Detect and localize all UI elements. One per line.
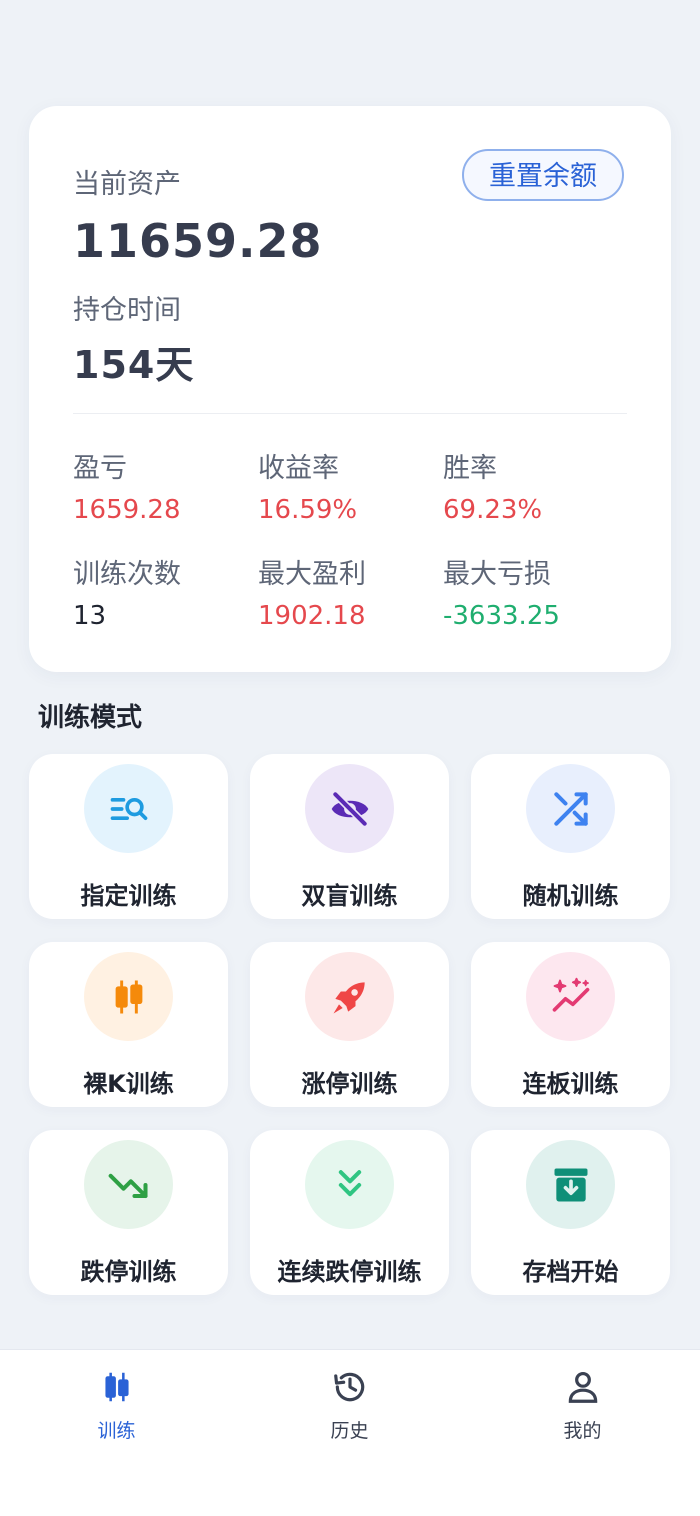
stat-value: 13 xyxy=(73,601,107,631)
stat-label: 训练次数 xyxy=(73,559,181,590)
mode-label: 连板训练 xyxy=(522,1070,619,1098)
shuffle-icon xyxy=(553,791,588,826)
current-asset-label: 当前资产 xyxy=(73,169,181,200)
mode-designated-training[interactable]: 指定训练 xyxy=(29,754,228,919)
stat-profit-loss: 盈亏 1659.28 xyxy=(73,446,253,525)
mode-consecutive-limit-down-training[interactable]: 连续跌停训练 xyxy=(250,1130,449,1295)
stat-value: 69.23% xyxy=(443,495,543,525)
asset-card: 当前资产 11659.28 持仓时间 154天 重置余额 盈亏 1659.28 … xyxy=(29,106,671,672)
stat-max-loss: 最大亏损 -3633.25 xyxy=(443,552,623,631)
nav-tab-mine[interactable]: 我的 xyxy=(466,1350,699,1460)
mode-double-blind-training[interactable]: 双盲训练 xyxy=(250,754,449,919)
mode-limit-down-training[interactable]: 跌停训练 xyxy=(29,1130,228,1295)
nav-tab-label: 训练 xyxy=(97,1420,136,1442)
archive-icon xyxy=(554,1168,587,1201)
mode-label: 连续跌停训练 xyxy=(277,1258,422,1286)
stat-label: 最大盈利 xyxy=(258,559,366,590)
eye-off-icon xyxy=(331,791,368,826)
user-icon xyxy=(568,1371,598,1403)
double-chevron-down-icon xyxy=(338,1169,361,1196)
stat-label: 盈亏 xyxy=(73,453,127,484)
mode-consecutive-board-training[interactable]: 连板训练 xyxy=(471,942,670,1107)
mode-label: 裸K训练 xyxy=(83,1070,174,1098)
nav-tab-history[interactable]: 历史 xyxy=(233,1350,466,1460)
stat-win-rate: 胜率 69.23% xyxy=(443,446,623,525)
stat-label: 收益率 xyxy=(258,453,339,484)
mode-label: 跌停训练 xyxy=(80,1258,177,1286)
hold-time-label: 持仓时间 xyxy=(73,295,181,326)
stat-return-rate: 收益率 16.59% xyxy=(258,446,438,525)
trending-down-icon xyxy=(108,1173,148,1198)
stat-value: 16.59% xyxy=(258,495,358,525)
history-icon xyxy=(334,1372,365,1402)
mode-icon-circle xyxy=(526,764,615,853)
stat-max-profit: 最大盈利 1902.18 xyxy=(258,552,438,631)
nav-tab-training[interactable]: 训练 xyxy=(0,1350,233,1460)
mode-icon-circle xyxy=(305,1140,394,1229)
candlestick-icon xyxy=(105,1372,129,1402)
stat-label: 最大亏损 xyxy=(443,559,551,590)
mode-label: 指定训练 xyxy=(80,882,177,910)
mode-label: 存档开始 xyxy=(522,1258,619,1286)
rocket-icon xyxy=(333,981,365,1013)
mode-icon-circle xyxy=(305,952,394,1041)
mode-random-training[interactable]: 随机训练 xyxy=(471,754,670,919)
modes-section-title: 训练模式 xyxy=(38,703,143,733)
mode-label: 涨停训练 xyxy=(301,1070,398,1098)
mode-icon-circle xyxy=(526,1140,615,1229)
reset-balance-button[interactable]: 重置余额 xyxy=(462,149,624,201)
mode-icon-circle xyxy=(526,952,615,1041)
mode-label: 双盲训练 xyxy=(301,882,398,910)
mode-icon-circle xyxy=(84,1140,173,1229)
mode-limit-up-training[interactable]: 涨停训练 xyxy=(250,942,449,1107)
mode-icon-circle xyxy=(305,764,394,853)
mode-label: 随机训练 xyxy=(522,882,619,910)
candlestick-icon xyxy=(115,980,142,1013)
mode-icon-circle xyxy=(84,764,173,853)
nav-tab-label: 历史 xyxy=(330,1420,369,1442)
sparkle-chart-icon xyxy=(552,977,589,1012)
stat-value: 1902.18 xyxy=(258,601,366,631)
divider xyxy=(73,413,627,414)
stat-value: 1659.28 xyxy=(73,495,181,525)
mode-archive-start[interactable]: 存档开始 xyxy=(471,1130,670,1295)
mode-naked-k-training[interactable]: 裸K训练 xyxy=(29,942,228,1107)
nav-tab-label: 我的 xyxy=(563,1420,602,1442)
mode-icon-circle xyxy=(84,952,173,1041)
search-list-icon xyxy=(110,797,147,820)
hold-time-value: 154天 xyxy=(73,343,195,387)
stat-value: -3633.25 xyxy=(443,601,560,631)
stat-training-count: 训练次数 13 xyxy=(73,552,253,631)
bottom-nav-bar: 训练 历史 我的 xyxy=(0,1349,700,1516)
stat-label: 胜率 xyxy=(443,453,497,484)
current-asset-value: 11659.28 xyxy=(73,214,323,268)
